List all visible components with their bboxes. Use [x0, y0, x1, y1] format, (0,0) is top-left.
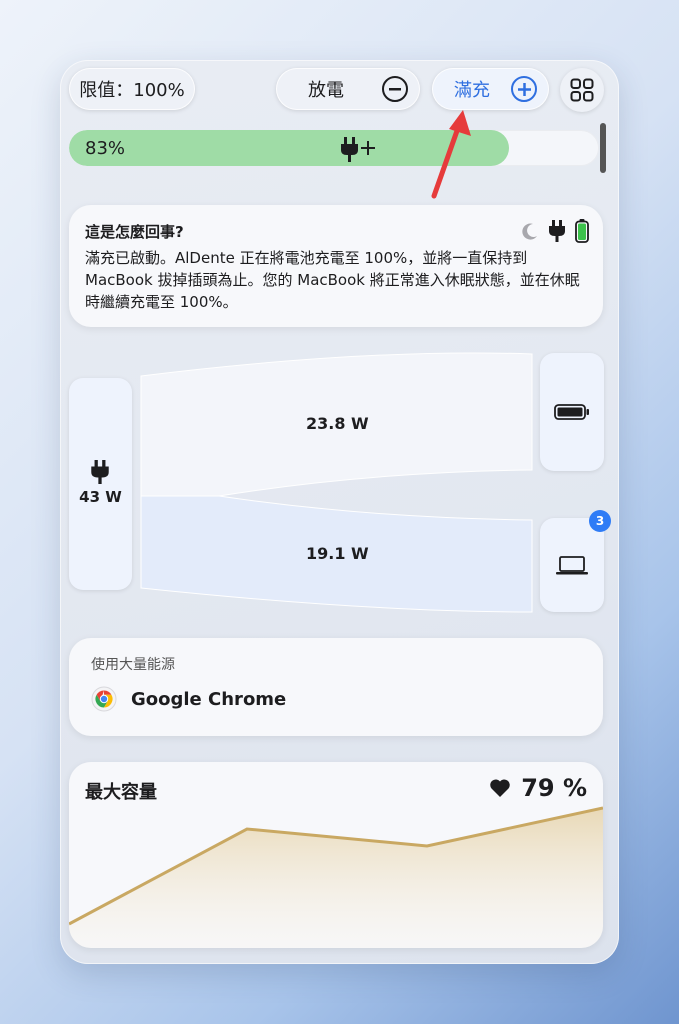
scrollbar[interactable]: [600, 123, 606, 173]
app-name: Google Chrome: [131, 688, 287, 710]
battery-flow-watts: 23.8 W: [306, 414, 369, 433]
source-watts: 43 W: [79, 488, 122, 506]
battery-icon: [554, 404, 589, 420]
energy-apps-card: 使用大量能源 Google Chrome: [69, 638, 603, 736]
grid-icon: [570, 78, 594, 102]
plug-icon: [549, 220, 565, 242]
battery-level-bar: 83%: [69, 130, 599, 166]
limit-button[interactable]: 限值：100%: [69, 68, 195, 110]
full-charge-button[interactable]: 滿充: [432, 68, 549, 110]
capacity-area: [69, 808, 603, 948]
plug-charging-icon: [341, 137, 375, 162]
limit-label: 限值：100%: [79, 80, 185, 101]
capacity-value-group: 79 %: [489, 774, 587, 802]
full-charge-label: 滿充: [454, 80, 490, 101]
grid-menu-button[interactable]: [560, 68, 604, 112]
discharge-label: 放電: [308, 80, 344, 101]
minus-circle-icon: [382, 76, 408, 102]
discharge-button[interactable]: 放電: [276, 68, 420, 110]
system-flow-watts: 19.1 W: [306, 544, 369, 563]
capacity-title: 最大容量: [85, 782, 157, 803]
system-node[interactable]: [540, 518, 604, 612]
power-flow: 43 W 23.8 W 19.1 W 3: [69, 350, 611, 615]
power-flow-bands: [140, 352, 533, 613]
moon-icon: [522, 223, 537, 240]
battery-percent: 83%: [85, 138, 126, 159]
info-title: 這是怎麼回事?: [85, 223, 184, 241]
chrome-icon: [91, 686, 117, 712]
battery-level-fill: [69, 130, 509, 166]
plus-circle-icon: [511, 76, 537, 102]
apps-title: 使用大量能源: [91, 657, 175, 673]
capacity-value: 79 %: [521, 774, 587, 802]
system-app-count-badge: 3: [589, 510, 611, 532]
power-source-node[interactable]: 43 W: [69, 378, 132, 590]
plug-icon: [91, 460, 109, 484]
info-body: 滿充已啟動。AlDente 正在將電池充電至 100%，並將一直保持到 MacB…: [85, 249, 580, 311]
battery-charging-icon: [575, 219, 589, 243]
laptop-icon: [556, 556, 588, 575]
info-card: 這是怎麼回事? 滿充已啟動。AlDente 正在將電池充電至 100%，並將一直…: [69, 205, 603, 327]
status-icons: [521, 219, 589, 243]
heart-icon: [490, 779, 510, 797]
battery-node[interactable]: [540, 353, 604, 471]
app-item[interactable]: Google Chrome: [91, 686, 286, 712]
max-capacity-card: 最大容量 79 %: [69, 762, 603, 948]
